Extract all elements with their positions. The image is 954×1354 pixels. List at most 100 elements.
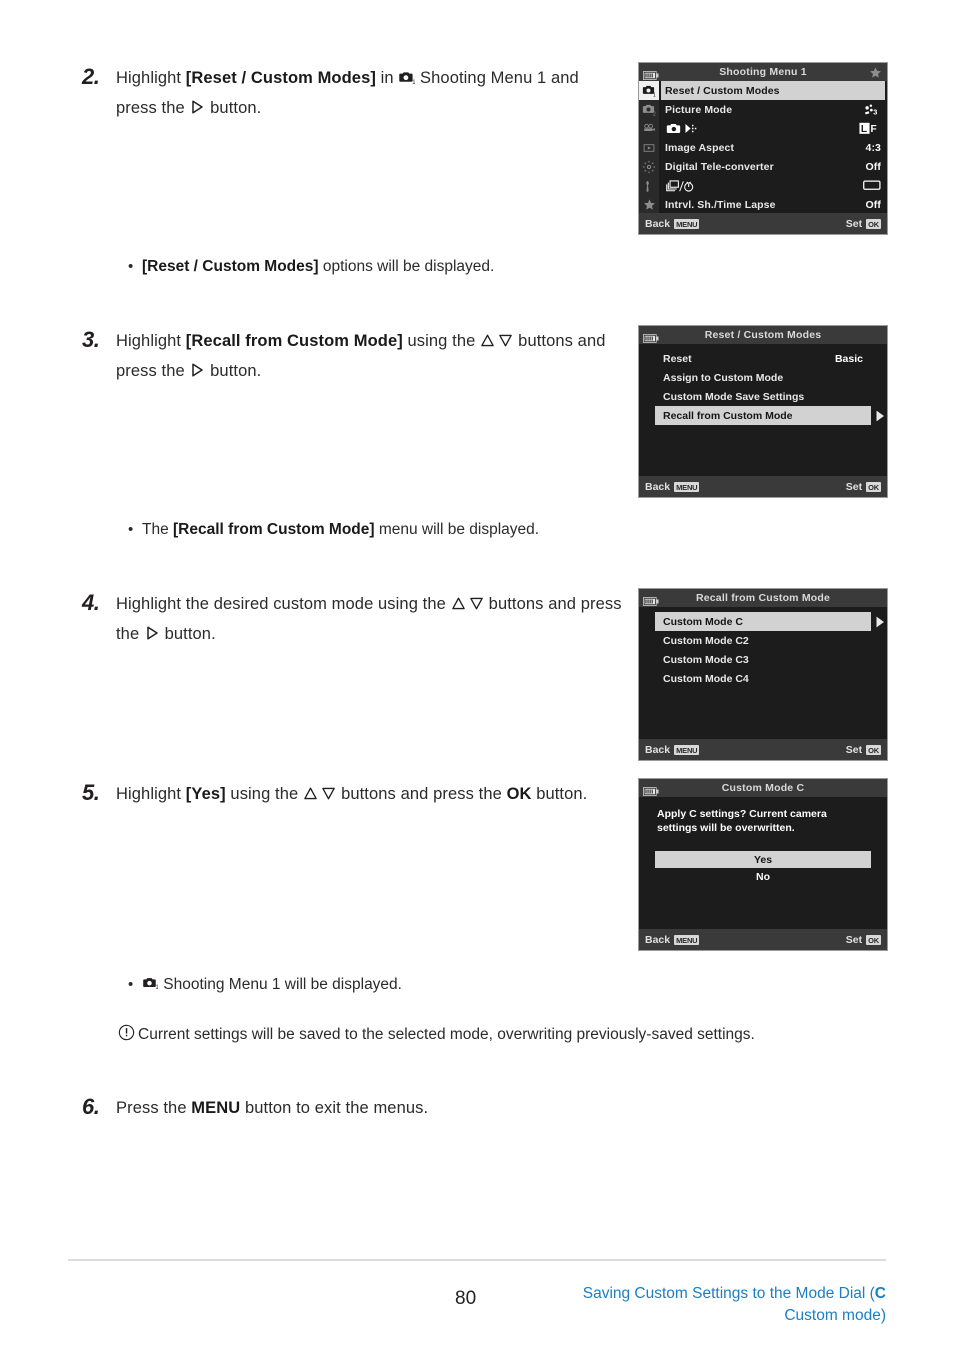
bullet-text: The [Recall from Custom Mode] menu will … — [142, 518, 539, 542]
lcd-set-control[interactable]: Set OK — [846, 744, 881, 756]
menu-row-label: Digital Tele-converter — [665, 160, 774, 173]
lcd-header: Custom Mode C — [639, 779, 887, 797]
rail-tab-custom-gear[interactable] — [639, 157, 659, 176]
step-2-number: 2. — [82, 64, 100, 89]
lcd-back-control[interactable]: Back MENU — [645, 481, 700, 493]
step-5-ok-ref: OK — [506, 785, 532, 803]
menu-row[interactable]: Custom Mode Save Settings — [655, 387, 871, 406]
lcd-header: Recall from Custom Mode — [639, 589, 887, 607]
menu-row[interactable]: Custom Mode C — [655, 612, 884, 631]
menu-key-badge: MENU — [674, 744, 700, 755]
ok-key-badge: OK — [866, 934, 881, 945]
large-fine-icon: LF — [859, 122, 881, 135]
step-2-text-part-4: button. — [205, 99, 262, 117]
menu-row[interactable]: Intrvl. Sh./Time Lapse Off — [659, 195, 887, 214]
image-quality-icon — [665, 122, 705, 135]
lcd-footer: Back MENU Set OK — [639, 476, 887, 497]
lcd-screen-shooting-menu-1: Shooting Menu 1 1 2 Reset / Custom Modes… — [638, 62, 888, 235]
menu-row[interactable]: Picture Mode 3 — [659, 100, 887, 119]
lcd-footer: Back MENU Set OK — [639, 929, 887, 950]
step-4-text: Highlight the desired custom mode using … — [116, 589, 627, 649]
menu-row[interactable]: Reset Basic — [655, 349, 871, 368]
bullet-dot: • — [128, 521, 134, 538]
dialog-yes-button[interactable]: Yes — [655, 851, 871, 868]
step-5-option-ref: [Yes] — [185, 785, 226, 803]
rail-tab-my-menu[interactable] — [639, 195, 659, 214]
step-5-text-part-4: button. — [531, 785, 588, 803]
picture-mode-natural-icon: 3 — [863, 103, 881, 116]
bullet-text: 1 Shooting Menu 1 will be displayed. — [142, 973, 402, 997]
step-6-number: 6. — [82, 1094, 100, 1119]
lcd-back-control[interactable]: Back MENU — [645, 933, 700, 946]
step-2-menu-ref: [Reset / Custom Modes] — [185, 69, 376, 87]
footer-section-link[interactable]: Saving Custom Settings to the Mode Dial … — [466, 1283, 886, 1327]
note-overwrite-warning: Current settings will be saved to the se… — [118, 1023, 908, 1047]
menu-row[interactable]: Recall from Custom Mode — [655, 406, 884, 425]
ok-key-badge: OK — [866, 481, 881, 492]
lcd-header: Shooting Menu 1 — [639, 63, 887, 81]
rail-tab-playback[interactable] — [639, 138, 659, 157]
star-icon — [869, 66, 882, 79]
menu-row[interactable]: Assign to Custom Mode — [655, 368, 871, 387]
note-text: Current settings will be saved to the se… — [138, 1026, 755, 1043]
rail-tab-shooting-2[interactable]: 2 — [639, 100, 659, 119]
rail-tab-shooting-1[interactable]: 1 — [639, 81, 659, 100]
rail-tab-movie[interactable] — [639, 119, 659, 138]
lcd-set-control[interactable]: Set OK — [846, 481, 881, 493]
step-4-number: 4. — [82, 590, 100, 615]
menu-row[interactable]: LF — [659, 119, 887, 138]
right-arrow-button-icon — [189, 99, 205, 115]
lcd-back-control[interactable]: Back MENU — [645, 744, 700, 756]
menu-row[interactable]: Image Aspect 4:3 — [659, 138, 887, 157]
menu-key-badge: MENU — [674, 481, 700, 492]
menu-row-value: Off — [865, 198, 881, 211]
menu-list: Reset Basic Assign to Custom Mode Custom… — [639, 349, 887, 425]
menu-row-label: Custom Mode C2 — [663, 634, 749, 647]
lcd-back-label: Back — [645, 933, 671, 946]
dialog-no-button[interactable]: No — [655, 868, 871, 885]
drive-selftimer-icon — [665, 179, 701, 193]
down-arrow-button-icon — [321, 786, 336, 801]
dialog-buttons: Yes No — [639, 851, 887, 885]
ok-key-badge: OK — [866, 218, 881, 229]
step-3-text-part-2: using the — [402, 332, 481, 350]
step-2-text: Highlight [Reset / Custom Modes] in 1 Sh… — [116, 63, 612, 123]
submenu-arrow-icon — [875, 410, 885, 422]
menu-row[interactable] — [659, 176, 887, 195]
up-arrow-button-icon — [480, 333, 495, 348]
menu-row-value: Basic — [834, 352, 863, 365]
step-6-text-part-1: Press the — [116, 1099, 192, 1117]
step-3-text-part-4: button. — [205, 362, 262, 380]
dialog-message: Apply C settings? Current camera setting… — [657, 808, 827, 834]
menu-row[interactable]: Custom Mode C4 — [655, 669, 871, 688]
menu-row[interactable]: Custom Mode C3 — [655, 650, 871, 669]
footer-link-line-2: Custom mode) — [784, 1307, 886, 1324]
lcd-header: Reset / Custom Modes — [639, 326, 887, 344]
menu-row[interactable]: Digital Tele-converter Off — [659, 157, 887, 176]
lcd-set-control[interactable]: Set OK — [846, 218, 881, 230]
down-arrow-button-icon — [469, 596, 484, 611]
lcd-title: Shooting Menu 1 — [719, 66, 807, 78]
menu-key-badge: MENU — [674, 218, 700, 229]
lcd-set-label: Set — [845, 743, 863, 756]
step-2-text-part-2: in — [375, 69, 399, 87]
lcd-set-control[interactable]: Set OK — [846, 934, 881, 946]
lcd-back-control[interactable]: Back MENU — [645, 218, 700, 230]
menu-row-label: Reset — [663, 352, 692, 365]
menu-row[interactable]: Reset / Custom Modes — [661, 81, 885, 100]
step-5-number: 5. — [82, 780, 100, 805]
up-arrow-button-icon — [451, 596, 466, 611]
lcd-title: Recall from Custom Mode — [695, 592, 831, 604]
rail-tab-setup-wrench[interactable] — [639, 176, 659, 195]
lcd-set-label: Set — [845, 480, 863, 493]
menu-row-label: Custom Mode Save Settings — [663, 390, 805, 403]
footer-link-line-1: Saving Custom Settings to the Mode Dial … — [583, 1285, 886, 1302]
menu-row[interactable]: Custom Mode C2 — [655, 631, 871, 650]
bullet-text-rest: Shooting Menu 1 will be displayed. — [159, 976, 402, 993]
bullet-text-rest: options will be displayed. — [318, 258, 495, 275]
menu-row-label: Image Aspect — [665, 141, 735, 154]
step-5: 5. Highlight [Yes] using the buttons and… — [82, 779, 612, 809]
lcd-footer: Back MENU Set OK — [639, 739, 887, 760]
menu-list: Reset / Custom Modes Picture Mode 3 LF I… — [659, 81, 887, 214]
down-arrow-button-icon — [498, 333, 513, 348]
